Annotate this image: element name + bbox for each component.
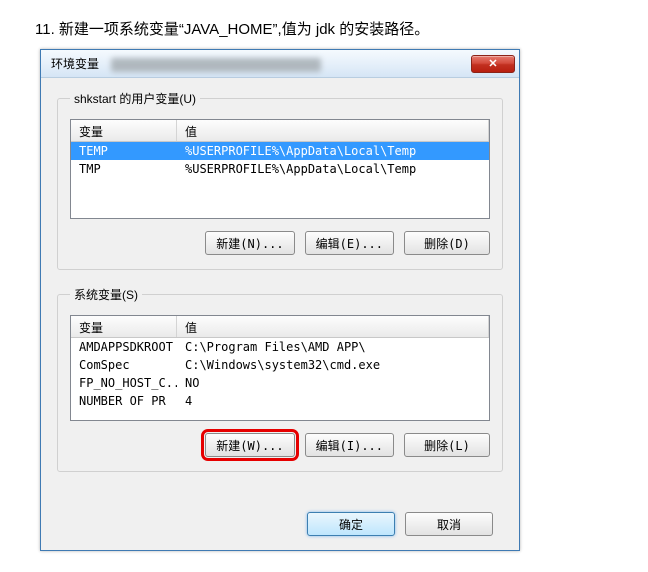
sys-delete-button[interactable]: 删除(L)	[404, 433, 490, 457]
table-row[interactable]: TMP %USERPROFILE%\AppData\Local\Temp	[71, 160, 489, 178]
cell-name: ComSpec	[71, 356, 177, 374]
blurred-text	[111, 58, 321, 72]
user-variables-group: shkstart 的用户变量(U) 变量 值 TEMP %USERPROFILE…	[57, 90, 503, 270]
dialog-footer: 确定 取消	[41, 502, 519, 550]
user-vars-table[interactable]: 变量 值 TEMP %USERPROFILE%\AppData\Local\Te…	[70, 119, 490, 219]
cell-value: C:\Program Files\AMD APP\	[177, 338, 489, 356]
col-header-value[interactable]: 值	[177, 316, 489, 337]
cell-name: FP_NO_HOST_C...	[71, 374, 177, 392]
cell-value: %USERPROFILE%\AppData\Local\Temp	[177, 160, 489, 178]
cell-value: 4	[177, 392, 489, 410]
user-vars-legend: shkstart 的用户变量(U)	[70, 90, 200, 107]
user-vars-button-row: 新建(N)... 编辑(E)... 删除(D)	[70, 231, 490, 255]
cell-value: C:\Windows\system32\cmd.exe	[177, 356, 489, 374]
table-row[interactable]: AMDAPPSDKROOT C:\Program Files\AMD APP\	[71, 338, 489, 356]
sys-vars-button-row: 新建(W)... 编辑(I)... 删除(L)	[70, 433, 490, 457]
sys-edit-button[interactable]: 编辑(I)...	[305, 433, 394, 457]
user-new-button[interactable]: 新建(N)...	[205, 231, 294, 255]
sys-new-button[interactable]: 新建(W)...	[205, 433, 294, 457]
cell-name: NUMBER OF PR	[71, 392, 177, 410]
cell-name: TMP	[71, 160, 177, 178]
user-edit-button[interactable]: 编辑(E)...	[305, 231, 394, 255]
table-row[interactable]: TEMP %USERPROFILE%\AppData\Local\Temp	[71, 142, 489, 160]
sys-vars-legend: 系统变量(S)	[70, 286, 142, 303]
table-row[interactable]: FP_NO_HOST_C... NO	[71, 374, 489, 392]
cell-name: TEMP	[71, 142, 177, 160]
cancel-button[interactable]: 取消	[405, 512, 493, 536]
table-row[interactable]: ComSpec C:\Windows\system32\cmd.exe	[71, 356, 489, 374]
close-button[interactable]: ✕	[471, 55, 515, 73]
window-title: 环境变量	[51, 57, 99, 71]
col-header-name[interactable]: 变量	[71, 120, 177, 141]
cell-value: NO	[177, 374, 489, 392]
close-icon: ✕	[488, 57, 497, 70]
table-header: 变量 值	[71, 316, 489, 338]
col-header-value[interactable]: 值	[177, 120, 489, 141]
user-delete-button[interactable]: 删除(D)	[404, 231, 490, 255]
col-header-name[interactable]: 变量	[71, 316, 177, 337]
system-variables-group: 系统变量(S) 变量 值 AMDAPPSDKROOT C:\Program Fi…	[57, 286, 503, 472]
sys-vars-table[interactable]: 变量 值 AMDAPPSDKROOT C:\Program Files\AMD …	[70, 315, 490, 421]
dialog-body: shkstart 的用户变量(U) 变量 值 TEMP %USERPROFILE…	[41, 78, 519, 502]
instruction-text: 11. 新建一项系统变量“JAVA_HOME”,值为 jdk 的安装路径。	[0, 0, 648, 49]
table-header: 变量 值	[71, 120, 489, 142]
cell-name: AMDAPPSDKROOT	[71, 338, 177, 356]
table-row[interactable]: NUMBER OF PR 4	[71, 392, 489, 410]
cell-value: %USERPROFILE%\AppData\Local\Temp	[177, 142, 489, 160]
ok-button[interactable]: 确定	[307, 512, 395, 536]
titlebar[interactable]: 环境变量 ✕	[41, 50, 519, 78]
env-variables-dialog: 环境变量 ✕ shkstart 的用户变量(U) 变量 值 TEMP %USER…	[40, 49, 520, 551]
